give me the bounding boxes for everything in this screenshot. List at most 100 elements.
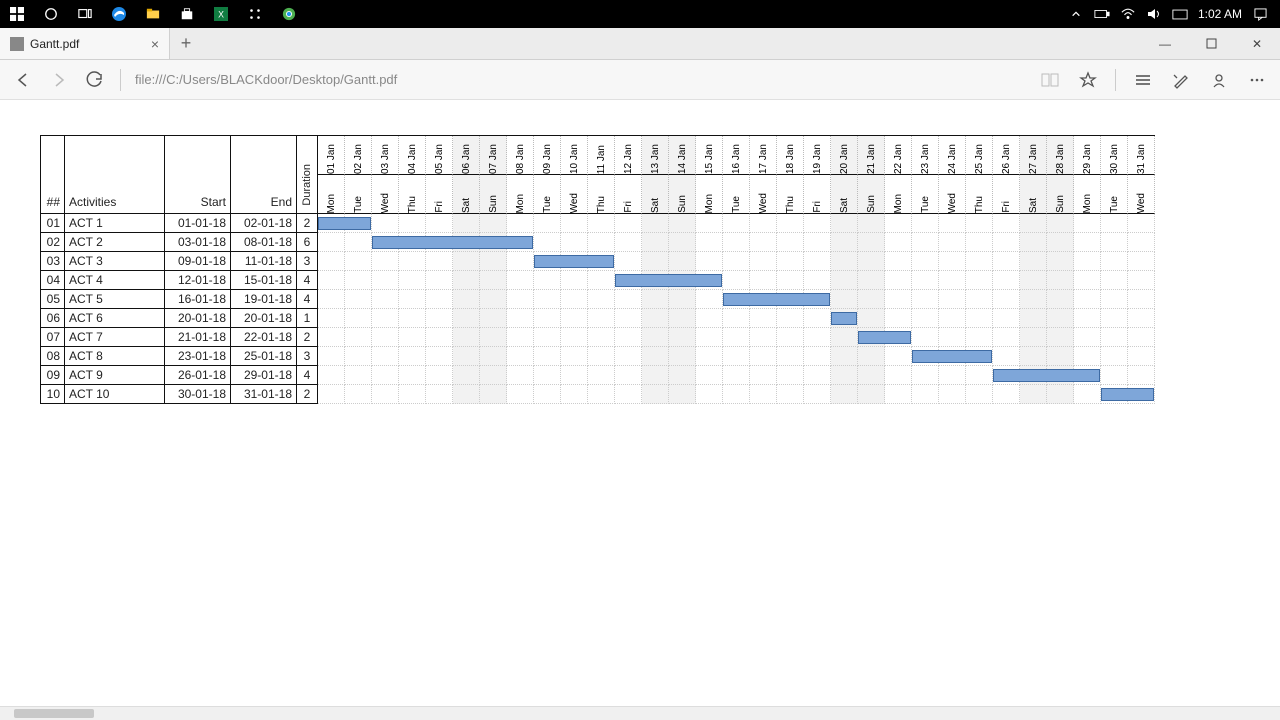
cal-cell [642,366,669,385]
new-tab-button[interactable]: + [170,28,202,59]
cell-duration: 4 [297,290,318,309]
cal-cell [426,214,453,233]
cal-cell [642,385,669,404]
start-button[interactable] [0,0,34,28]
cal-cell [939,290,966,309]
cal-cell [318,328,345,347]
cal-cell [372,290,399,309]
cal-cell [777,385,804,404]
cal-cell [507,385,534,404]
cal-cell [912,252,939,271]
cal-cell [453,214,480,233]
cal-cell [669,290,696,309]
cal-cell [318,233,345,252]
cal-cell [912,385,939,404]
cell-start: 12-01-18 [165,271,231,290]
task-view-button[interactable] [68,0,102,28]
cortana-button[interactable] [34,0,68,28]
cal-date-header: 25 Jan [966,136,993,175]
cal-cell [939,328,966,347]
cal-cell [534,385,561,404]
table-row: 07ACT 721-01-1822-01-182 [41,328,318,347]
reading-view-icon[interactable] [1039,69,1061,91]
gantt-bar [993,369,1100,382]
pdf-file-icon [10,37,24,51]
cal-cell [696,214,723,233]
cal-cell [345,366,372,385]
cal-cell [345,233,372,252]
close-tab-button[interactable]: × [151,36,159,52]
unknown-app[interactable] [238,0,272,28]
cal-cell [696,385,723,404]
cal-cell [1020,309,1047,328]
col-header-duration: Duration [297,136,318,214]
cal-cell [345,290,372,309]
cal-cell [966,385,993,404]
cal-cell [1047,328,1074,347]
cal-cell [480,290,507,309]
cal-date-header: 11 Jan [588,136,615,175]
cal-cell [480,347,507,366]
cal-cell [1074,214,1101,233]
cal-row [318,214,1155,233]
share-icon[interactable] [1208,69,1230,91]
close-window-button[interactable]: ✕ [1234,28,1280,59]
cal-cell [426,309,453,328]
more-icon[interactable] [1246,69,1268,91]
pdf-viewport[interactable]: ## Activities Start End Duration 01ACT 1… [0,100,1280,720]
cal-cell [966,271,993,290]
volume-icon[interactable] [1146,6,1162,22]
action-center-icon[interactable] [1252,6,1268,22]
horizontal-scrollbar[interactable] [0,706,1280,720]
cell-activity: ACT 7 [65,328,165,347]
cal-cell [534,347,561,366]
cal-cell [912,214,939,233]
cal-cell [750,328,777,347]
keyboard-icon[interactable] [1172,6,1188,22]
cal-date-header: 13 Jan [642,136,669,175]
cal-cell [399,385,426,404]
store-app[interactable] [170,0,204,28]
cal-cell [534,290,561,309]
forward-button[interactable] [48,69,70,91]
clock[interactable]: 1:02 AM [1198,7,1242,21]
cal-cell [561,366,588,385]
cell-duration: 6 [297,233,318,252]
cal-cell [885,271,912,290]
cal-cell [615,309,642,328]
minimize-button[interactable]: ― [1142,28,1188,59]
scrollbar-thumb[interactable] [14,709,94,718]
tab-gantt-pdf[interactable]: Gantt.pdf × [0,28,170,59]
excel-app[interactable]: X [204,0,238,28]
cal-date-header: 27 Jan [1020,136,1047,175]
edge-app[interactable] [102,0,136,28]
svg-text:X: X [218,10,224,20]
cal-cell [318,347,345,366]
col-header-index: ## [41,136,65,214]
cal-cell [885,347,912,366]
url-field[interactable]: file:///C:/Users/BLACKdoor/Desktop/Gantt… [135,72,1025,87]
cal-cell [507,347,534,366]
file-explorer-app[interactable] [136,0,170,28]
back-button[interactable] [12,69,34,91]
cell-end: 02-01-18 [231,214,297,233]
refresh-button[interactable] [84,69,106,91]
gantt-bar [534,255,614,268]
cal-cell [1074,309,1101,328]
chrome-app[interactable] [272,0,306,28]
cal-cell [858,290,885,309]
maximize-button[interactable] [1188,28,1234,59]
cell-start: 01-01-18 [165,214,231,233]
hub-icon[interactable] [1132,69,1154,91]
battery-icon[interactable] [1094,6,1110,22]
cal-cell [723,366,750,385]
wifi-icon[interactable] [1120,6,1136,22]
cal-cell [399,252,426,271]
cell-idx: 05 [41,290,65,309]
cal-cell [804,347,831,366]
cal-date-header: 20 Jan [831,136,858,175]
favorite-star-icon[interactable] [1077,69,1099,91]
notes-icon[interactable] [1170,69,1192,91]
cal-cell [1047,214,1074,233]
chevron-up-icon[interactable] [1068,6,1084,22]
